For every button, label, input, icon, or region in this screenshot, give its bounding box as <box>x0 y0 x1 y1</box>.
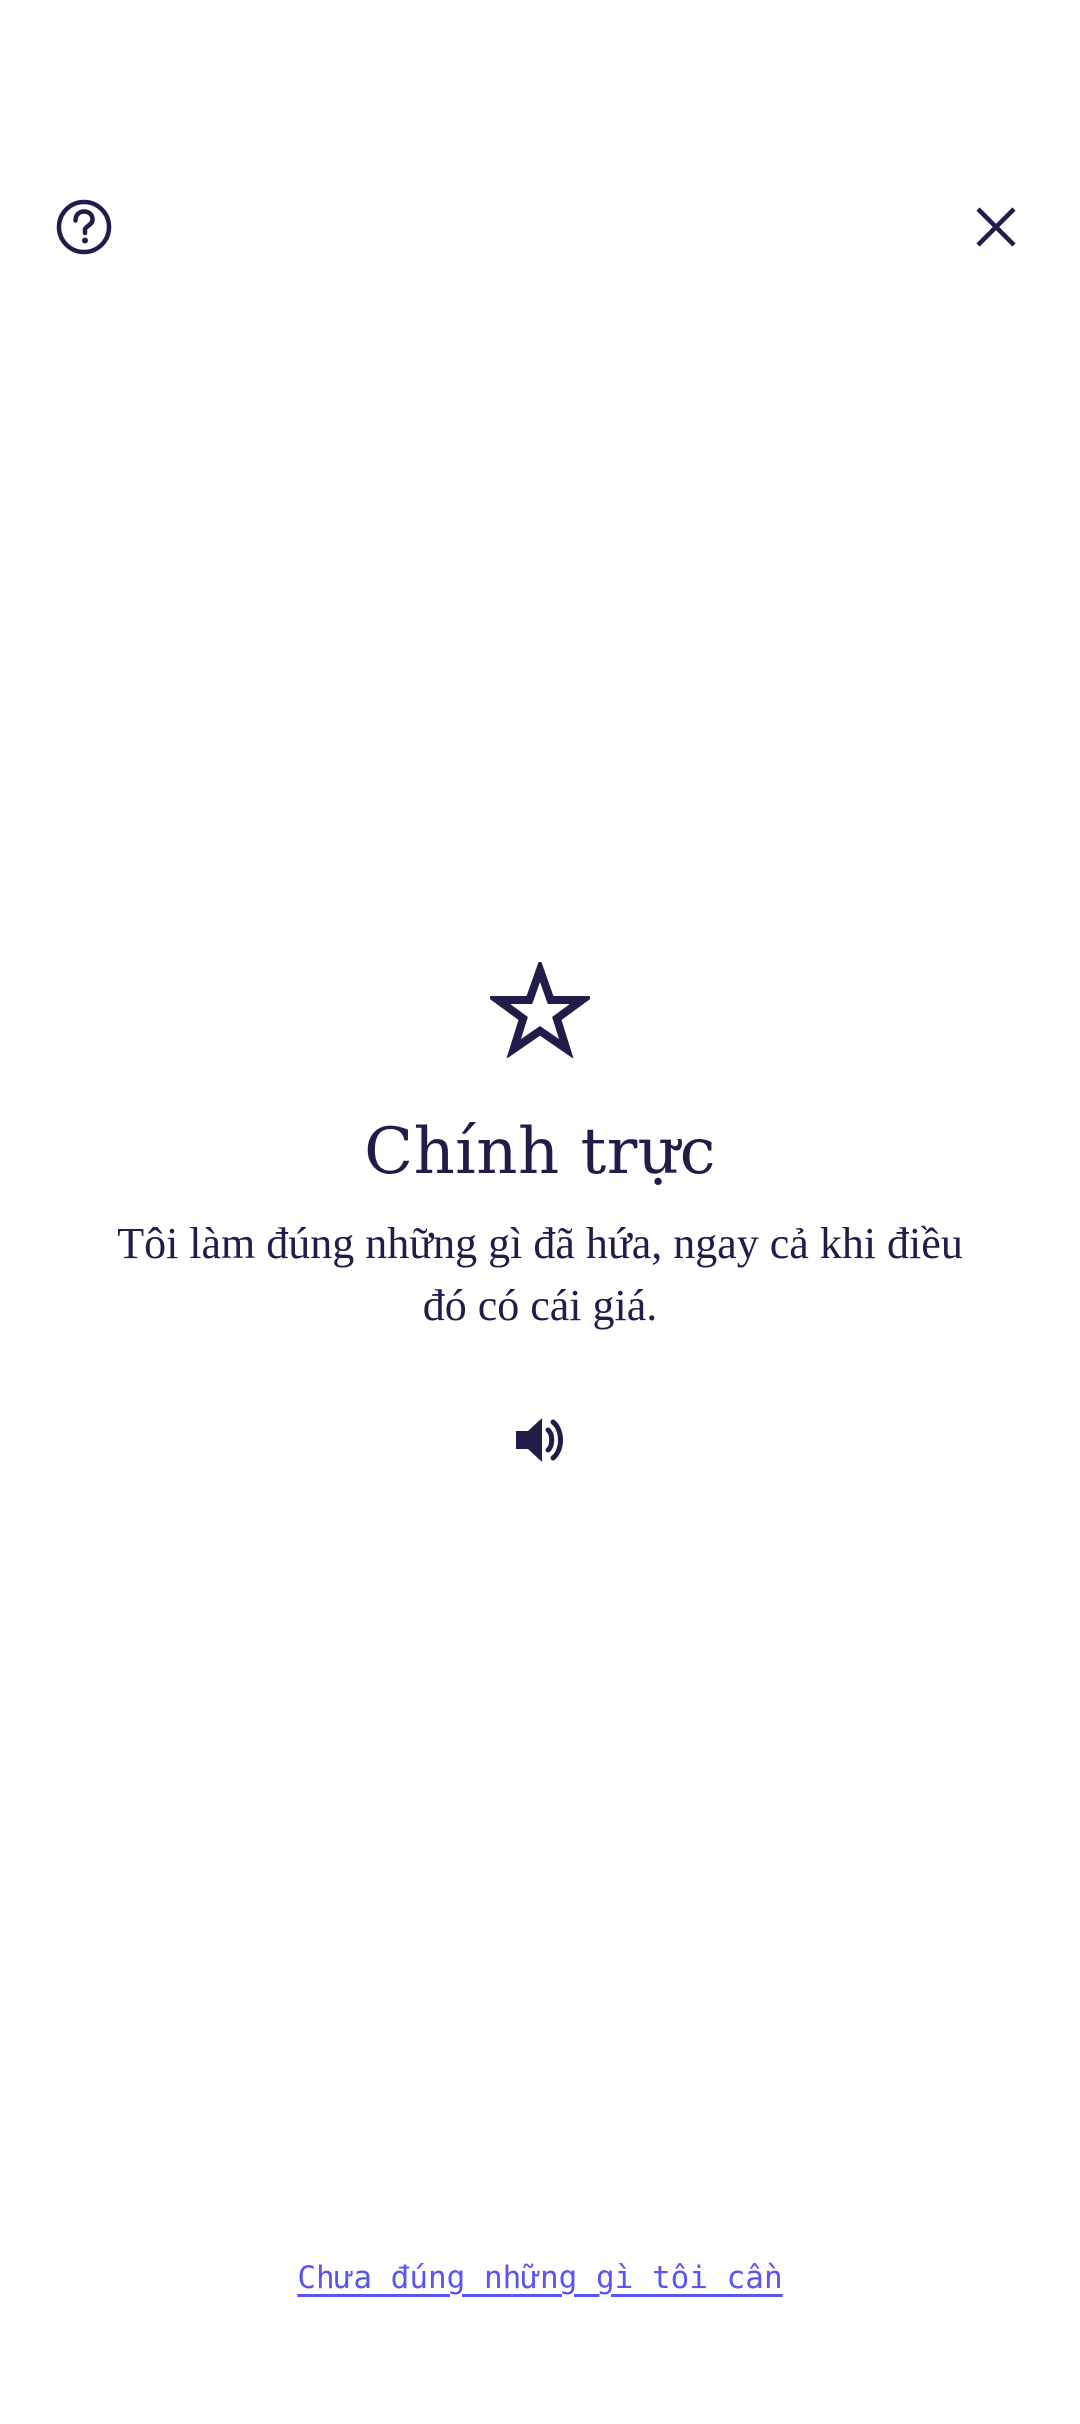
value-title: Chính trực <box>364 1115 716 1189</box>
help-button[interactable] <box>48 191 120 263</box>
value-description: Tôi làm đúng những gì đã hứa, ngay cả kh… <box>117 1219 963 1330</box>
close-icon <box>976 207 1016 247</box>
close-button[interactable] <box>960 191 1032 263</box>
help-circle-icon <box>56 199 112 255</box>
speaker-icon <box>516 1418 563 1462</box>
play-audio-button[interactable] <box>500 1400 580 1480</box>
star-outline-icon <box>485 957 595 1059</box>
not-what-i-need-link[interactable]: Chưa đúng những gì tôi cần <box>0 2254 1080 2302</box>
